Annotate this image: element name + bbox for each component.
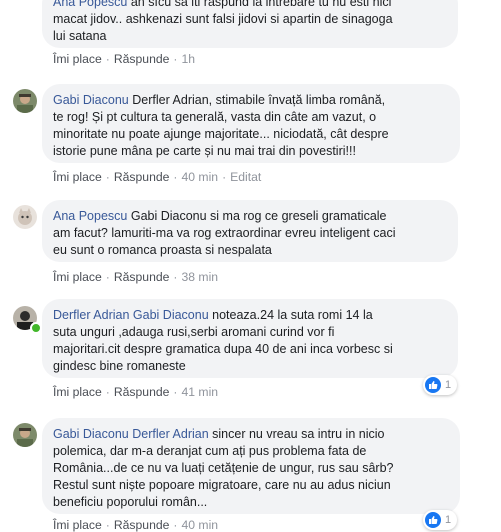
comment-text: polemica, dar m-a deranjat cum ați pus p… bbox=[53, 444, 367, 458]
mention-tag[interactable]: Derfler Adrian bbox=[132, 427, 208, 441]
comment-text: istorie pune mâna pe carte și nu mai tra… bbox=[53, 144, 356, 158]
comment-bubble: Ana Popescu an sfcu sa iti raspund la in… bbox=[42, 0, 458, 48]
reply-link[interactable]: Răspunde bbox=[114, 518, 170, 532]
comment-text: Derfler Adrian, stimabile învață limba r… bbox=[132, 93, 386, 107]
like-link[interactable]: Îmi place bbox=[53, 518, 102, 532]
thumbs-up-icon bbox=[425, 377, 441, 393]
comment-text: majoritari.cit despre gramatica dupa 40 … bbox=[53, 342, 393, 356]
comment-text: România...de ce nu va luați cetățenie de… bbox=[53, 461, 394, 475]
comment-text: eu sunt o romanca proasta si nespalata bbox=[53, 243, 272, 257]
comment-text: Restul sunt niște popoare migratoare, ca… bbox=[53, 478, 391, 492]
comment-text: te rog! Și pt cultura ta generală, vasta… bbox=[53, 110, 377, 124]
comment-author[interactable]: Gabi Diaconu bbox=[53, 427, 129, 441]
comment-author[interactable]: Ana Popescu bbox=[53, 209, 127, 223]
comment-text: am facut? lamuriti-ma va rog extraordina… bbox=[53, 226, 396, 240]
comment-actions: Îmi place · Răspunde · 40 min · Editat bbox=[53, 170, 262, 184]
comment-text: Gabi Diaconu si ma rog ce greseli gramat… bbox=[130, 209, 387, 223]
comment-text: gindesc bine romaneste bbox=[53, 359, 186, 373]
like-link[interactable]: Îmi place bbox=[53, 270, 102, 284]
thumbs-up-icon bbox=[425, 512, 441, 528]
comment-text: suta unguri ,adauga rusi,serbi aromani c… bbox=[53, 325, 335, 339]
like-link[interactable]: Îmi place bbox=[53, 385, 102, 399]
mention-tag[interactable]: Gabi Diaconu bbox=[133, 308, 209, 322]
comment-text: noteaza.24 la suta romi 14 la bbox=[212, 308, 373, 322]
like-link[interactable]: Îmi place bbox=[53, 170, 102, 184]
comment-text: macat jidov.. ashkenazi sunt falsi jidov… bbox=[53, 12, 393, 26]
comment-bubble: Gabi Diaconu Derfler Adrian sincer nu vr… bbox=[42, 418, 460, 514]
like-link[interactable]: Îmi place bbox=[53, 52, 102, 66]
comment-bubble: Ana Popescu Gabi Diaconu si ma rog ce gr… bbox=[42, 200, 458, 262]
reply-link[interactable]: Răspunde bbox=[114, 270, 170, 284]
comment-time[interactable]: 40 min bbox=[181, 518, 218, 532]
reply-link[interactable]: Răspunde bbox=[114, 385, 170, 399]
edited-label[interactable]: Editat bbox=[230, 170, 261, 184]
reply-link[interactable]: Răspunde bbox=[114, 170, 170, 184]
comment-actions: Îmi place · Răspunde · 38 min bbox=[53, 270, 219, 284]
comment-author[interactable]: Ana Popescu bbox=[53, 0, 127, 9]
avatar[interactable] bbox=[13, 423, 37, 447]
avatar[interactable] bbox=[13, 89, 37, 113]
comment-text: beneficiu poporului român... bbox=[53, 495, 208, 509]
comment-bubble: Derfler Adrian Gabi Diaconu noteaza.24 l… bbox=[42, 299, 458, 378]
online-status-indicator bbox=[30, 322, 42, 334]
reaction-count: 1 bbox=[445, 379, 452, 391]
comment-time[interactable]: 40 min bbox=[181, 170, 218, 184]
comment-time[interactable]: 41 min bbox=[181, 385, 218, 399]
comment-text: minoritate nu poate ajunge majoritate...… bbox=[53, 127, 389, 141]
comment-actions: Îmi place · Răspunde · 40 min bbox=[53, 518, 219, 532]
reaction-count: 1 bbox=[445, 514, 452, 526]
comment-text: lui satana bbox=[53, 29, 107, 43]
reply-link[interactable]: Răspunde bbox=[114, 52, 170, 66]
comment-actions: Îmi place · Răspunde · 41 min bbox=[53, 385, 219, 399]
comment-text: an sfcu sa iti raspund la intrebare tu n… bbox=[130, 0, 392, 9]
comment-time[interactable]: 1h bbox=[181, 52, 195, 66]
comment-author[interactable]: Gabi Diaconu bbox=[53, 93, 129, 107]
reaction-count-badge[interactable]: 1 bbox=[423, 375, 458, 395]
comment-bubble: Gabi Diaconu Derfler Adrian, stimabile î… bbox=[42, 84, 460, 163]
reaction-count-badge[interactable]: 1 bbox=[423, 510, 458, 530]
comment-text: sincer nu vreau sa intru in nicio bbox=[212, 427, 385, 441]
avatar[interactable] bbox=[13, 205, 37, 229]
comment-time[interactable]: 38 min bbox=[181, 270, 218, 284]
comment-author[interactable]: Derfler Adrian bbox=[53, 308, 129, 322]
comment-actions: Îmi place · Răspunde · 1h bbox=[53, 52, 196, 66]
